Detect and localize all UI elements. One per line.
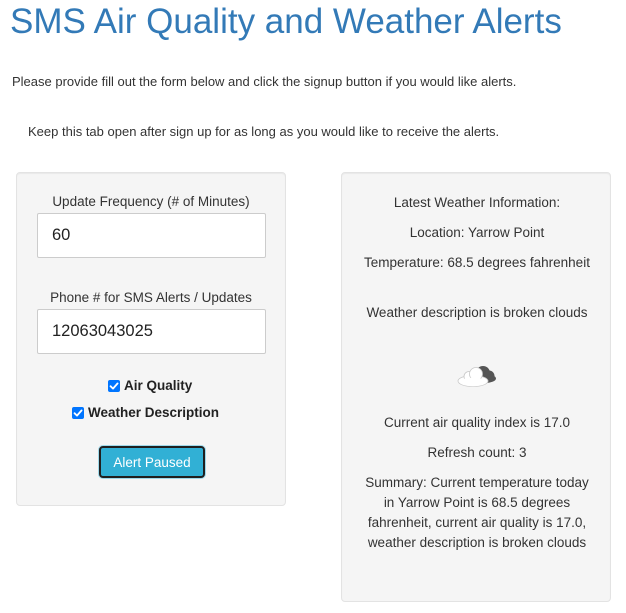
air-quality-option[interactable]: Air Quality <box>108 378 192 393</box>
alert-paused-button[interactable]: Alert Paused <box>99 446 205 478</box>
refresh-count-text: Refresh count: 3 <box>427 445 527 460</box>
weather-info-panel: Latest Weather Information: Location: Ya… <box>341 172 611 602</box>
location-text: Location: Yarrow Point <box>409 225 545 240</box>
weather-heading: Latest Weather Information: <box>393 195 561 210</box>
keep-tab-open-note: Keep this tab open after sign up for as … <box>28 124 500 139</box>
frequency-label: Update Frequency (# of Minutes) <box>52 194 250 209</box>
weather-description-label: Weather Description <box>88 405 220 420</box>
page-title: SMS Air Quality and Weather Alerts <box>10 2 562 41</box>
air-quality-text: Current air quality index is 17.0 <box>383 415 571 430</box>
weather-description-text: Weather description is broken clouds <box>366 305 588 320</box>
weather-description-option[interactable]: Weather Description <box>72 405 219 420</box>
summary-text: Summary: Current temperature today in Ya… <box>365 475 589 550</box>
weather-description-checkbox[interactable] <box>72 406 84 419</box>
phone-input[interactable] <box>37 309 266 354</box>
air-quality-checkbox[interactable] <box>108 379 120 392</box>
temperature-text: Temperature: 68.5 degrees fahrenheit <box>364 255 590 270</box>
broken-clouds-icon <box>457 366 496 387</box>
signup-instructions: Please provide fill out the form below a… <box>12 74 517 89</box>
frequency-input[interactable] <box>37 213 266 258</box>
signup-form-panel: Update Frequency (# of Minutes) Phone # … <box>16 172 286 506</box>
phone-label: Phone # for SMS Alerts / Updates <box>50 290 252 305</box>
air-quality-label: Air Quality <box>124 378 193 393</box>
